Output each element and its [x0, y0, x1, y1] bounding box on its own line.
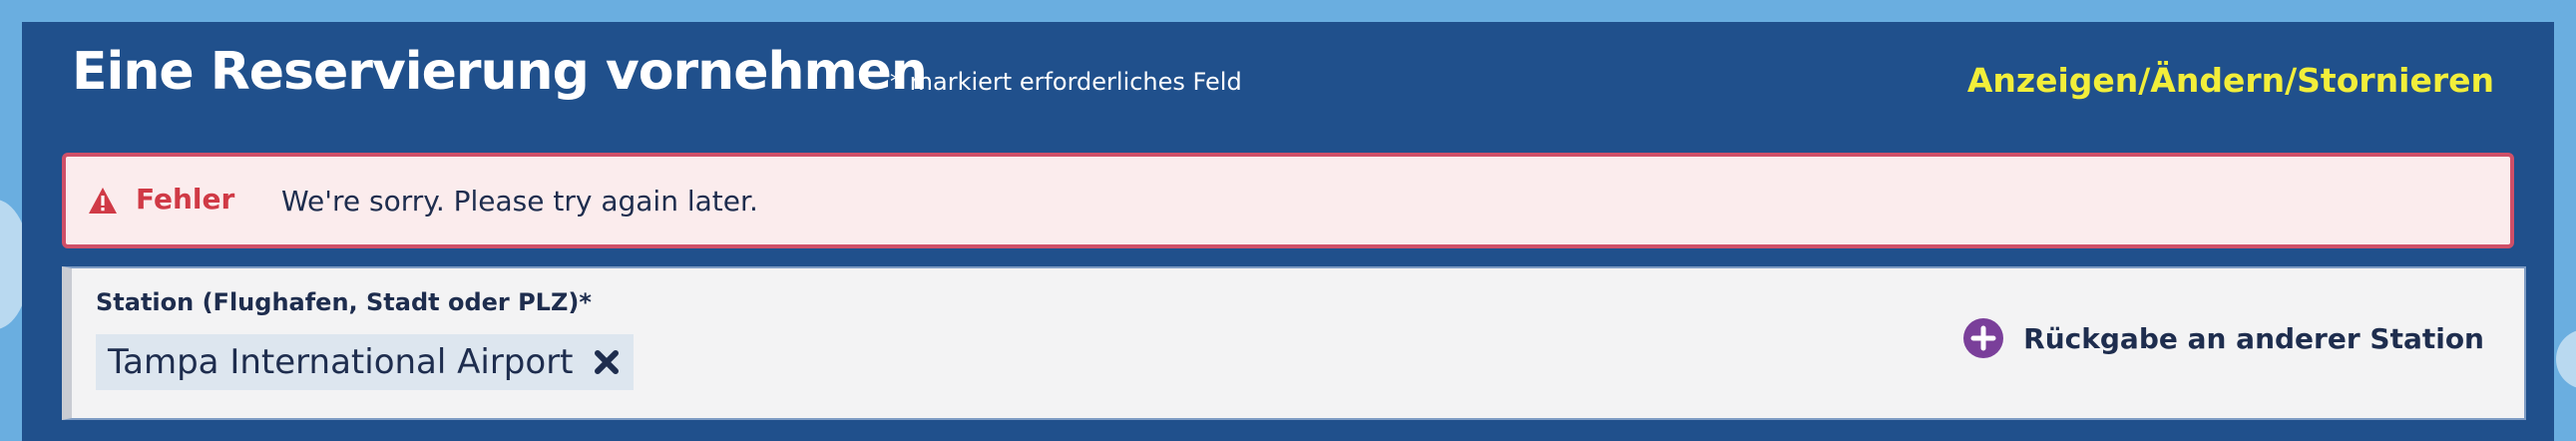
- background-decoration: [2556, 329, 2576, 389]
- pickup-station-field: Station (Flughafen, Stadt oder PLZ)* Tam…: [62, 266, 2526, 420]
- page-title: Eine Reservierung vornehmen: [72, 42, 928, 102]
- selected-station-chip[interactable]: Tampa International Airport: [96, 334, 634, 390]
- close-icon[interactable]: [594, 349, 620, 375]
- error-label: Fehler: [136, 183, 235, 216]
- warning-icon: [89, 188, 117, 214]
- error-message: We're sorry. Please try again later.: [281, 185, 758, 218]
- view-modify-cancel-link[interactable]: Anzeigen/Ändern/Stornieren: [1967, 61, 2494, 100]
- error-alert: Fehler We're sorry. Please try again lat…: [62, 153, 2514, 248]
- station-field-label: Station (Flughafen, Stadt oder PLZ)*: [96, 288, 592, 316]
- reservation-panel: Eine Reservierung vornehmen * markiert e…: [22, 22, 2554, 441]
- plus-circle-icon: [1963, 318, 2004, 358]
- return-different-station-label: Rückgabe an anderer Station: [2023, 321, 2484, 355]
- required-field-note: * markiert erforderliches Feld: [890, 68, 1242, 96]
- selected-station-value: Tampa International Airport: [108, 342, 574, 382]
- return-different-station-button[interactable]: Rückgabe an anderer Station: [1963, 318, 2484, 358]
